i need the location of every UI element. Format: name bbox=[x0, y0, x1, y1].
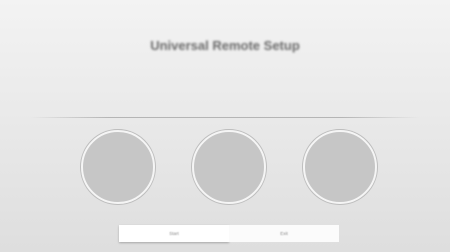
setup-screen: Universal Remote Setup Start Exit bbox=[0, 0, 450, 252]
exit-button-label: Exit bbox=[280, 231, 288, 236]
page-title: Universal Remote Setup bbox=[150, 38, 300, 53]
option-circle-3[interactable] bbox=[303, 130, 377, 204]
exit-button[interactable]: Exit bbox=[229, 225, 339, 242]
start-button-label: Start bbox=[169, 231, 179, 236]
divider bbox=[30, 117, 420, 118]
start-button[interactable]: Start bbox=[119, 225, 229, 242]
option-circles bbox=[0, 130, 450, 204]
option-circle-2[interactable] bbox=[192, 130, 266, 204]
option-circle-1[interactable] bbox=[81, 130, 155, 204]
